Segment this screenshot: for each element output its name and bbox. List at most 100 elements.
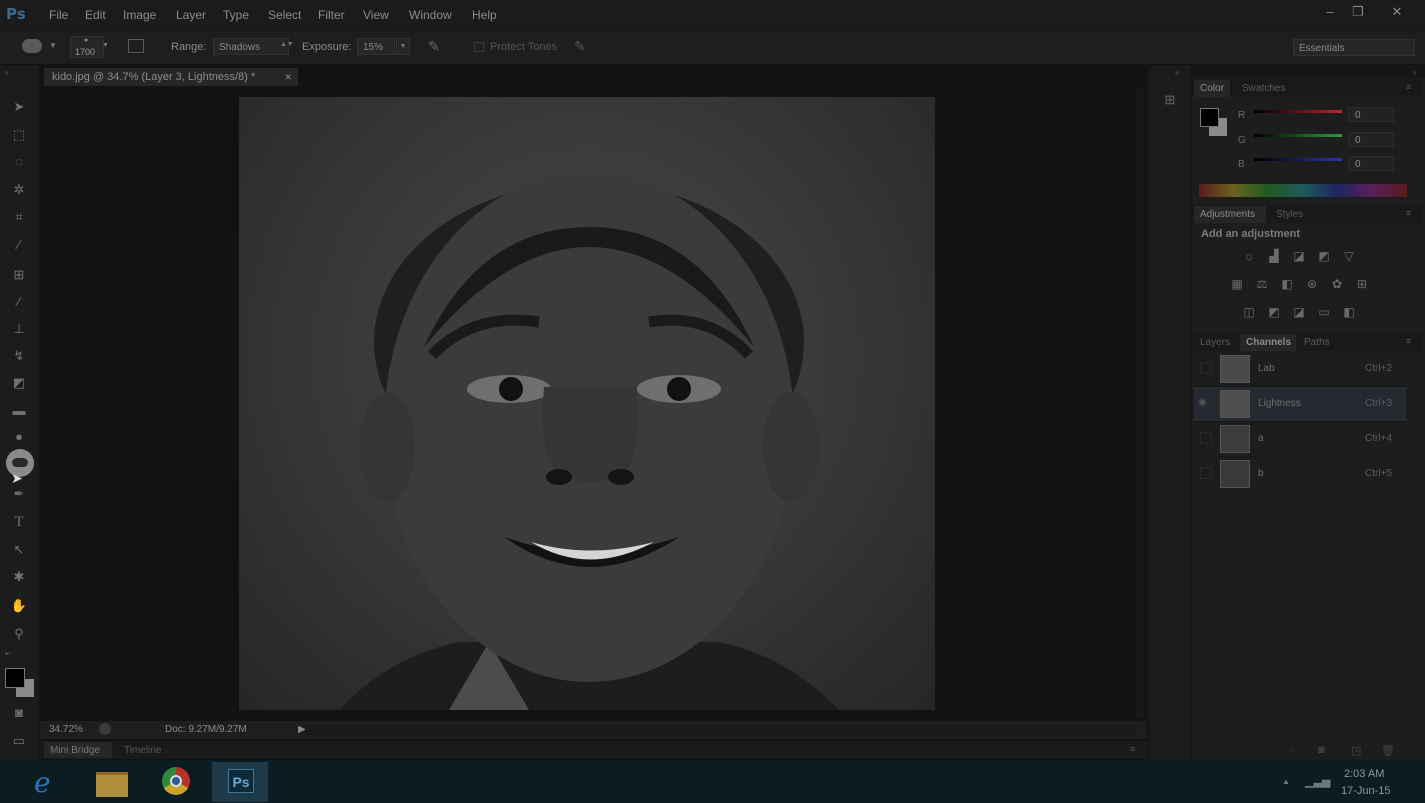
file-explorer-icon[interactable] [84, 762, 140, 802]
hand-tool-icon[interactable]: ✋ [9, 596, 29, 616]
posterize-icon[interactable]: ◩ [1265, 304, 1283, 320]
close-button[interactable]: ✕ [1386, 3, 1408, 21]
menu-help[interactable]: Help [472, 8, 497, 22]
type-tool-icon[interactable]: T [9, 512, 29, 532]
pressure-icon[interactable]: ✎ [574, 38, 586, 55]
eye-icon[interactable]: ◉ [1198, 397, 1207, 408]
eraser-tool-icon[interactable]: ◩ [9, 373, 29, 393]
sponge-tool-preset-icon[interactable] [22, 39, 42, 53]
chrome-icon[interactable] [148, 762, 204, 802]
brush-tool-icon[interactable]: ⁄ [9, 292, 29, 312]
panel-menu-icon[interactable]: ≡ [1130, 744, 1135, 754]
curves-icon[interactable]: ◪ [1290, 248, 1308, 264]
panel-menu-icon[interactable]: ≡ [1406, 82, 1411, 92]
chevron-down-icon[interactable]: ▼ [102, 42, 109, 49]
eyedropper-tool-icon[interactable]: ⁄ [9, 235, 29, 255]
menu-type[interactable]: Type [223, 8, 249, 22]
clone-stamp-tool-icon[interactable]: ⊥ [9, 319, 29, 339]
tab-swatches[interactable]: Swatches [1242, 83, 1285, 94]
document-canvas[interactable] [239, 97, 935, 710]
channel-row-a[interactable]: a Ctrl+4 [1194, 422, 1406, 457]
blue-value-input[interactable]: 0 [1348, 156, 1394, 171]
gradient-map-icon[interactable]: ▭ [1315, 304, 1333, 320]
chevron-down-icon[interactable]: ▼ [49, 41, 57, 50]
path-selection-tool-icon[interactable]: ↖ [9, 540, 29, 560]
menu-select[interactable]: Select [268, 8, 301, 22]
zoom-level[interactable]: 34.72% [49, 724, 83, 735]
vertical-scrollbar[interactable] [1136, 88, 1144, 718]
tray-arrow-icon[interactable]: ▲ [1282, 777, 1290, 786]
selective-color-icon[interactable]: ◧ [1340, 304, 1358, 320]
exposure-dropdown[interactable]: ▼ [396, 38, 410, 55]
history-brush-tool-icon[interactable]: ↯ [9, 346, 29, 366]
threshold-icon[interactable]: ◪ [1290, 304, 1308, 320]
menu-window[interactable]: Window [409, 8, 452, 22]
tab-timeline[interactable]: Timeline [124, 745, 161, 756]
hue-saturation-icon[interactable]: ▦ [1228, 276, 1246, 292]
quick-mask-icon[interactable]: ◙ [9, 703, 29, 723]
healing-brush-tool-icon[interactable]: ⊞ [9, 265, 29, 285]
clock-date[interactable]: 17-Jun-15 [1341, 785, 1391, 797]
menu-file[interactable]: File [49, 8, 68, 22]
expand-arrows-icon[interactable]: » [1412, 68, 1416, 77]
save-selection-channel-icon[interactable]: ◙ [1318, 744, 1325, 756]
history-panel-icon[interactable]: ⊞ [1161, 92, 1179, 110]
color-ramp[interactable] [1199, 184, 1407, 197]
workspace-select[interactable]: Essentials [1293, 39, 1415, 56]
internet-explorer-icon[interactable]: e [20, 762, 76, 802]
status-info-icon[interactable] [99, 723, 111, 735]
green-value-input[interactable]: 0 [1348, 132, 1394, 147]
blue-slider[interactable] [1254, 158, 1342, 161]
delete-channel-icon[interactable]: 🗑 [1381, 744, 1395, 757]
red-value-input[interactable]: 0 [1348, 107, 1394, 122]
tab-paths[interactable]: Paths [1304, 337, 1330, 348]
new-channel-icon[interactable]: ◳ [1351, 744, 1361, 757]
panel-menu-icon[interactable]: ≡ [1406, 336, 1411, 346]
brush-panel-toggle-icon[interactable] [128, 39, 144, 53]
exposure-icon[interactable]: ◩ [1315, 248, 1333, 264]
green-slider[interactable] [1254, 134, 1342, 137]
color-balance-icon[interactable]: ⚖ [1253, 276, 1271, 292]
exposure-input[interactable]: 15% [357, 38, 395, 55]
visibility-toggle[interactable] [1200, 467, 1212, 479]
channel-row-b[interactable]: b Ctrl+5 [1194, 457, 1406, 492]
custom-shape-tool-icon[interactable]: ✱ [9, 567, 29, 587]
menu-view[interactable]: View [363, 8, 389, 22]
menu-edit[interactable]: Edit [85, 8, 106, 22]
invert-icon[interactable]: ◫ [1240, 304, 1258, 320]
black-white-icon[interactable]: ◧ [1278, 276, 1296, 292]
zoom-tool-icon[interactable]: ⚲ [9, 624, 29, 644]
load-channel-selection-icon[interactable]: ⁘ [1288, 744, 1297, 757]
channel-row-lightness[interactable]: ◉ Lightness Ctrl+3 [1194, 387, 1406, 422]
collapse-arrows-icon[interactable]: » [4, 68, 8, 77]
photo-filter-icon[interactable]: ⊛ [1303, 276, 1321, 292]
quick-selection-tool-icon[interactable]: ✲ [9, 180, 29, 200]
channel-mixer-icon[interactable]: ✿ [1328, 276, 1346, 292]
blur-tool-icon[interactable]: ● [9, 427, 29, 447]
network-signal-icon[interactable]: ▁▃▅ [1305, 775, 1330, 788]
panel-menu-icon[interactable]: ≡ [1406, 208, 1411, 218]
collapse-arrows-icon[interactable]: « [1175, 68, 1179, 77]
pen-tool-icon[interactable]: ✒ [9, 484, 29, 504]
tab-styles[interactable]: Styles [1276, 209, 1303, 220]
visibility-toggle[interactable] [1200, 432, 1212, 444]
crop-tool-icon[interactable]: ⌗ [9, 207, 29, 227]
foreground-color-swatch[interactable] [5, 668, 25, 688]
gradient-tool-icon[interactable]: ▬ [9, 401, 29, 421]
clock-time[interactable]: 2:03 AM [1344, 768, 1384, 780]
menu-layer[interactable]: Layer [176, 8, 206, 22]
tab-layers[interactable]: Layers [1200, 337, 1230, 348]
minimize-button[interactable]: – [1319, 3, 1341, 21]
foreground-color-swatch[interactable] [1200, 108, 1219, 127]
visibility-toggle[interactable] [1200, 362, 1212, 374]
screen-mode-icon[interactable]: ▭ [9, 731, 29, 751]
channel-row-lab[interactable]: Lab Ctrl+2 [1194, 352, 1406, 387]
menu-image[interactable]: Image [123, 8, 156, 22]
restore-button[interactable]: ❐ [1347, 3, 1369, 21]
photoshop-taskbar-button[interactable]: Ps [212, 762, 268, 802]
airbrush-icon[interactable]: ✎ [428, 38, 440, 55]
horizontal-scrollbar[interactable] [305, 725, 1137, 735]
document-tab[interactable]: kido.jpg @ 34.7% (Layer 3, Lightness/8) … [44, 68, 298, 86]
range-select[interactable]: Shadows [213, 38, 289, 55]
default-colors-icon[interactable]: ▪▫ [5, 649, 11, 658]
